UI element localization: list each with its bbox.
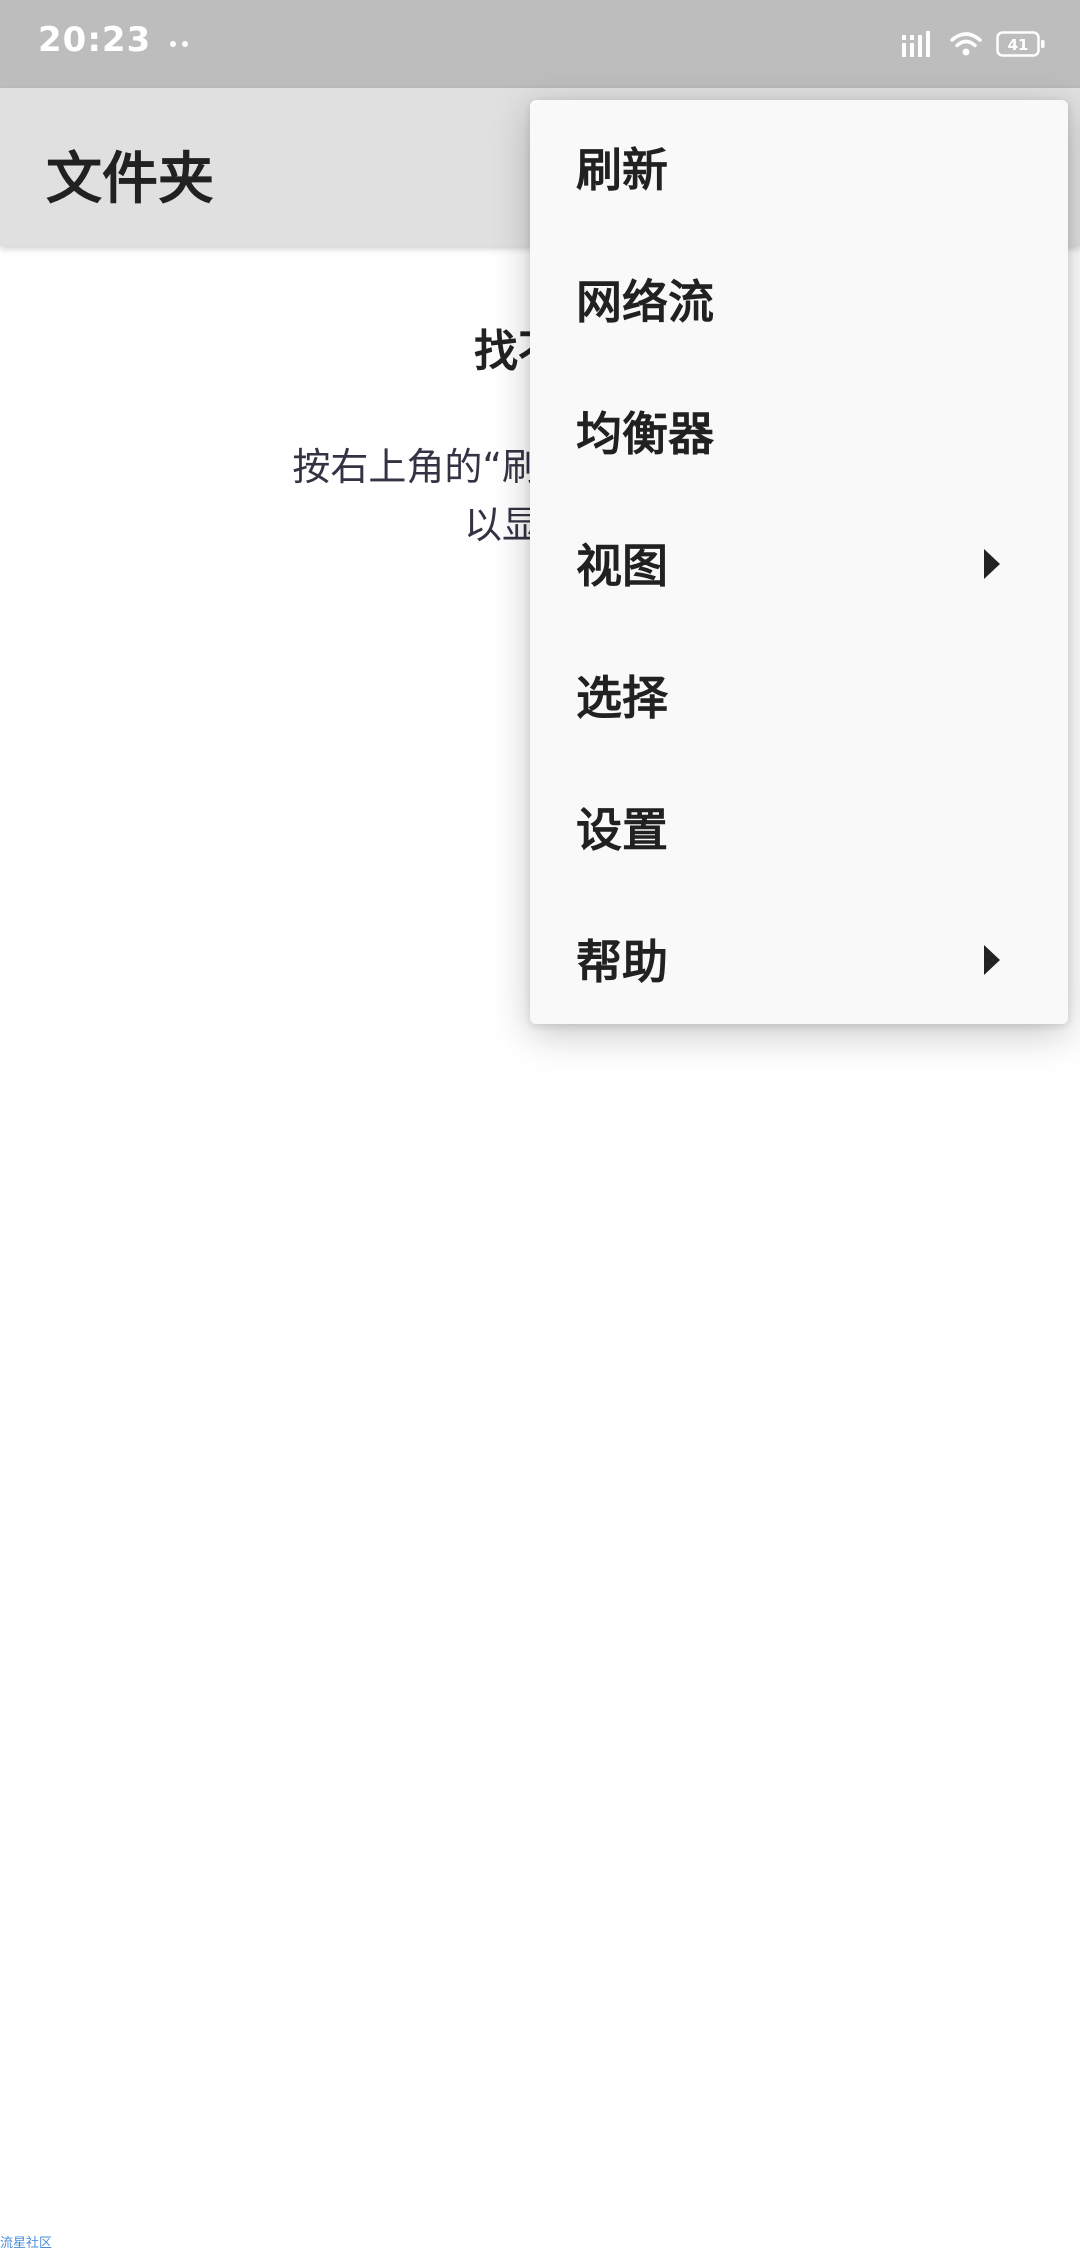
battery-icon: 41 [996, 30, 1046, 58]
status-icons: 41 [902, 26, 1046, 62]
menu-item-equalizer[interactable]: 均衡器 [530, 366, 1068, 498]
menu-item-label: 选择 [576, 671, 668, 725]
status-time: 20:23 [38, 20, 152, 60]
overflow-menu: 刷新 网络流 均衡器 视图 选择 设置 帮助 [530, 100, 1068, 1024]
menu-item-label: 视图 [576, 539, 668, 593]
wifi-icon [950, 31, 982, 57]
menu-item-label: 帮助 [576, 935, 668, 989]
status-bar: 20:23 41 [0, 0, 1080, 88]
menu-item-settings[interactable]: 设置 [530, 762, 1068, 894]
menu-item-label: 均衡器 [576, 407, 714, 461]
menu-item-view[interactable]: 视图 [530, 498, 1068, 630]
notification-dots-icon [170, 41, 192, 47]
menu-item-label: 网络流 [576, 275, 714, 329]
submenu-arrow-icon [984, 945, 1000, 975]
menu-item-select[interactable]: 选择 [530, 630, 1068, 762]
menu-item-label: 刷新 [576, 143, 668, 197]
submenu-arrow-icon [984, 549, 1000, 579]
menu-item-refresh[interactable]: 刷新 [530, 102, 1068, 234]
signal-icon [902, 31, 936, 57]
menu-item-help[interactable]: 帮助 [530, 894, 1068, 1026]
battery-level: 41 [1008, 36, 1029, 54]
menu-item-label: 设置 [576, 803, 668, 857]
page-title: 文件夹 [46, 147, 214, 212]
menu-item-network-stream[interactable]: 网络流 [530, 234, 1068, 366]
watermark: 流星社区 [0, 2236, 53, 2251]
